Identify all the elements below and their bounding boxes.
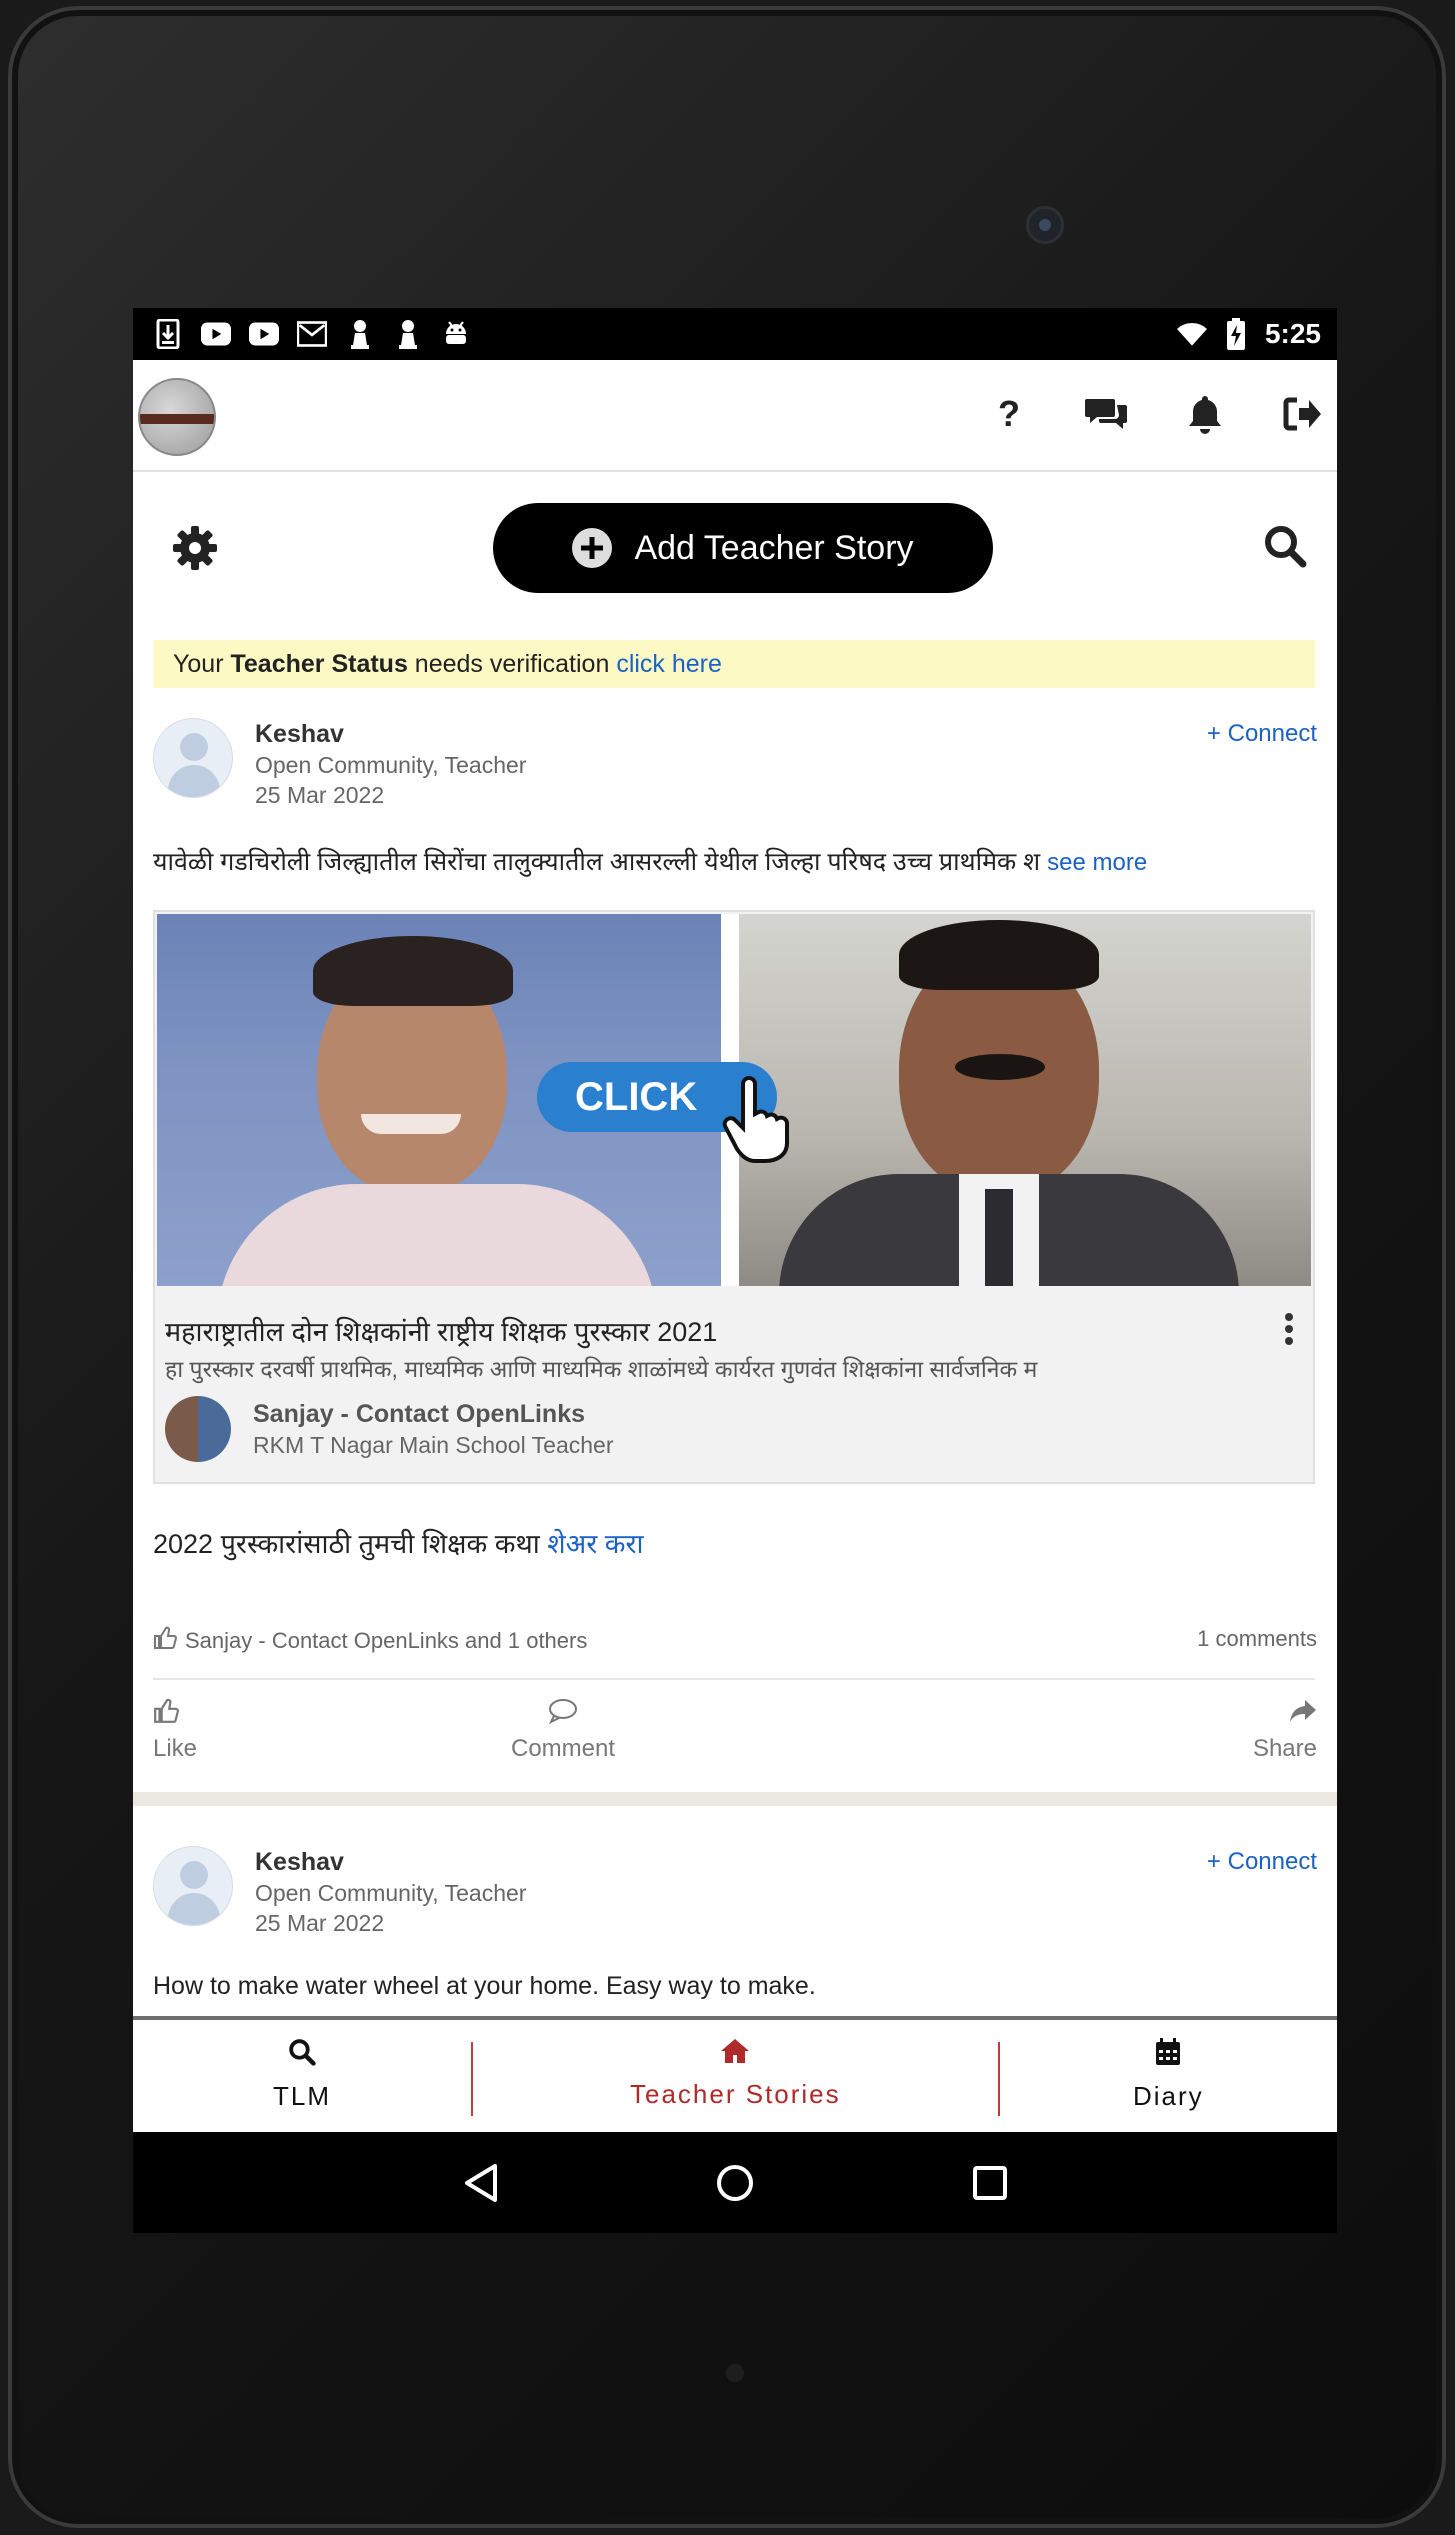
bell-icon[interactable] [1181,390,1229,438]
help-icon[interactable]: ? [985,390,1033,438]
battery-charging-icon [1221,318,1251,350]
author-community: Open Community, Teacher [255,752,527,778]
nav-separator [471,2042,473,2116]
recents-icon[interactable] [963,2156,1017,2210]
likes-summary[interactable]: Sanjay - Contact OpenLinks and 1 others [153,1626,587,1656]
share-story-line: 2022 पुरस्कारांसाठी तुमची शिक्षक कथा शेअ… [153,1524,644,1561]
tablet-frame: 5:25 ? Add Teacher Story Your Teacher St… [8,6,1446,2528]
youtube-icon [249,319,279,349]
post-text: How to make water wheel at your home. Ea… [153,1972,816,2000]
search-icon[interactable] [1263,524,1311,572]
tab-tlm-label: TLM [273,2081,331,2111]
link-preview-card[interactable]: CLICK महाराष्ट्रातील दोन शिक्षकांनी राष्… [153,910,1315,1484]
more-options-icon[interactable] [1283,1312,1295,1346]
post-separator [133,1792,1337,1806]
front-camera [1026,206,1064,244]
post-text: यावेळी गडचिरोली जिल्ह्यातील सिरोंचा तालु… [153,844,1147,878]
clock: 5:25 [1264,318,1321,349]
verify-middle: needs verification [407,650,617,678]
author-name[interactable]: Keshav [255,720,344,749]
search-icon [288,2038,316,2073]
download-icon [153,319,183,349]
click-label: CLICK [575,1075,698,1119]
home-icon [720,2038,750,2071]
comment-icon [548,1698,578,1731]
author-community: Open Community, Teacher [255,1880,527,1906]
tab-diary[interactable]: Diary [1133,2038,1204,2112]
youtube-icon [201,319,231,349]
wifi-icon [1176,319,1207,349]
add-teacher-story-label: Add Teacher Story [634,528,914,567]
add-teacher-story-button[interactable]: Add Teacher Story [493,503,993,593]
tab-diary-label: Diary [1133,2081,1204,2111]
logout-icon[interactable] [1279,390,1327,438]
share-link[interactable]: शेअर करा [547,1529,643,1559]
comments-count[interactable]: 1 comments [1197,1626,1317,1652]
connect-button[interactable]: + Connect [1207,1848,1317,1876]
gmail-icon [297,319,327,349]
app-bar: ? [133,360,1337,472]
tab-teacher-stories-label: Teacher Stories [630,2079,841,2109]
chat-icon[interactable] [1083,390,1131,438]
light-sensor [726,2364,744,2382]
app-logo[interactable] [138,378,216,456]
back-icon[interactable] [455,2156,509,2210]
comment-label: Comment [511,1735,616,1762]
post-date: 25 Mar 2022 [255,1910,385,1936]
card-subtitle: हा पुरस्कार दरवर्षी प्राथमिक, माध्यमिक आ… [165,1356,1038,1382]
verification-banner: Your Teacher Status needs verification c… [153,640,1315,688]
pawn-icon [345,319,375,349]
shared-by-name[interactable]: Sanjay - Contact OpenLinks [253,1400,585,1429]
verify-prefix: Your [173,650,231,678]
tab-tlm[interactable]: TLM [273,2038,331,2112]
system-navigation-bar [133,2132,1337,2233]
status-bar: 5:25 [133,308,1337,360]
share-button[interactable]: Share [1253,1698,1317,1763]
nav-separator [998,2042,1000,2116]
shared-by-avatar[interactable] [165,1396,231,1462]
device-screen: 5:25 ? Add Teacher Story Your Teacher St… [133,308,1337,2233]
divider [153,1678,1315,1680]
post-text-body: यावेळी गडचिरोली जिल्ह्यातील सिरोंचा तालु… [153,848,1048,876]
connect-button[interactable]: + Connect [1207,720,1317,748]
android-icon [441,319,471,349]
help-glyph: ? [998,393,1020,434]
portrait-right [739,914,1311,1286]
like-label: Like [153,1735,198,1762]
thumbs-up-icon [153,1698,180,1731]
see-more-link[interactable]: see more [1047,849,1147,876]
author-name[interactable]: Keshav [255,1848,344,1877]
preview-image: CLICK [157,914,1311,1286]
avatar[interactable] [153,718,233,798]
tab-teacher-stories[interactable]: Teacher Stories [630,2038,841,2110]
calendar-icon [1155,2038,1181,2073]
card-title[interactable]: महाराष्ट्रातील दोन शिक्षकांनी राष्ट्रीय … [165,1312,717,1349]
gear-icon[interactable] [171,524,219,572]
share-label: Share [1252,1735,1317,1762]
shared-by-meta: RKM T Nagar Main School Teacher [253,1432,614,1458]
share-icon [1289,1698,1317,1731]
avatar[interactable] [153,1846,233,1926]
pawn-icon [393,319,423,349]
verify-click-here-link[interactable]: click here [616,650,722,678]
home-circle-icon[interactable] [708,2156,762,2210]
pointer-hand-icon [721,1074,791,1169]
like-button[interactable]: Like [153,1698,197,1763]
post-date: 25 Mar 2022 [255,782,385,808]
bottom-navigation: TLM Teacher Stories Diary [133,2016,1337,2136]
plus-circle-icon [572,528,613,568]
verify-bold: Teacher Status [230,650,408,678]
share-prefix: 2022 पुरस्कारांसाठी तुमची शिक्षक कथा [153,1529,548,1559]
thumbs-up-icon [153,1626,178,1656]
likes-text: Sanjay - Contact OpenLinks and 1 others [185,1628,588,1653]
comment-button[interactable]: Comment [511,1698,615,1763]
